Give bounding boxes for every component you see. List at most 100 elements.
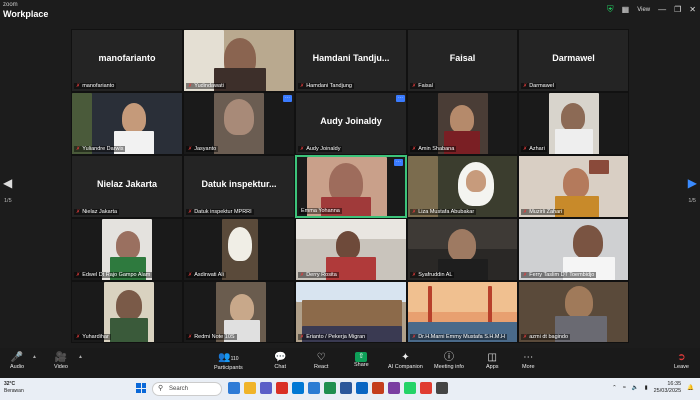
zoom-app-icon[interactable] — [308, 382, 320, 394]
folder-icon[interactable] — [244, 382, 256, 394]
participant-label: ✗ Hamdani Tandjung — [298, 83, 354, 89]
video-body — [555, 129, 593, 154]
next-page-icon[interactable]: ▶ — [688, 176, 697, 190]
notification-bell-icon[interactable]: 🔔 — [687, 385, 694, 391]
participant-tile[interactable]: Hamdani Tandju... ✗ Hamdani Tandjung — [295, 29, 407, 92]
weather-widget[interactable]: 32°C Berawan — [4, 381, 24, 395]
taskbar-search-input[interactable]: ⚲ Search — [152, 382, 222, 396]
page-indicator-left: 1/5 — [4, 198, 12, 204]
whatsapp-icon[interactable] — [404, 382, 416, 394]
participant-tile[interactable]: ✗ Asdirwati Ali — [183, 218, 295, 281]
edge-icon[interactable] — [356, 382, 368, 394]
more-button[interactable]: ⋯ More — [522, 352, 535, 370]
word-icon[interactable] — [340, 382, 352, 394]
participant-label: ✗ Datuk inspektur MPRRI — [186, 209, 254, 215]
video-options-caret-icon[interactable]: ▲ — [78, 354, 83, 360]
chat-button[interactable]: 💬 Chat — [274, 352, 286, 370]
participant-tile[interactable]: ✗ Yuhardihar — [71, 281, 183, 343]
participant-tile[interactable]: Datuk inspektur... ✗ Datuk inspektur MPRR… — [183, 155, 295, 218]
participant-tile[interactable]: ✗ Dr.H.Marni Emmy Mustafa S.H.M.H — [407, 281, 518, 343]
close-icon[interactable]: ✕ — [689, 5, 696, 14]
participant-tile-active-speaker[interactable]: ⋯ Emma Yohanna — [295, 155, 407, 218]
onenote-icon[interactable] — [388, 382, 400, 394]
participant-tile[interactable]: ✗ Syafruddin AL — [407, 218, 518, 281]
grid-view-icon[interactable]: ▦ — [622, 5, 630, 14]
settings-gear-icon[interactable] — [436, 382, 448, 394]
participant-label: ✗ Faisal — [410, 83, 435, 89]
participant-label: ✗ azmi dt bagindo — [521, 334, 571, 340]
muted-mic-icon: ✗ — [523, 334, 528, 340]
participant-tile[interactable]: ✗ azmi dt bagindo — [518, 281, 629, 343]
participant-tile[interactable]: ✗ Erianto / Pekerja Migran — [295, 281, 407, 343]
restore-icon[interactable]: ❐ — [674, 5, 681, 14]
participant-tile[interactable]: ✗ Yudindawati — [183, 29, 295, 92]
spotlight-badge-icon[interactable]: ⋯ — [283, 95, 292, 102]
audio-options-caret-icon[interactable]: ▲ — [32, 354, 37, 360]
spotlight-badge-icon[interactable]: ⋯ — [396, 95, 405, 102]
participant-tile[interactable]: ⋯ ✗ Jasyanto — [183, 92, 295, 155]
windows-start-icon[interactable] — [136, 383, 146, 393]
participant-label: ✗ Jasyanto — [186, 146, 219, 152]
video-button[interactable]: 🎥 Video — [54, 352, 68, 370]
excel-icon[interactable] — [324, 382, 336, 394]
participant-tile[interactable]: ✗ Derry Rosita — [295, 218, 407, 281]
video-bridge-tower — [488, 286, 492, 326]
participant-tile[interactable]: ✗ Liza Mustafa Abubakar — [407, 155, 518, 218]
participant-tile[interactable]: ✗ Yuliandre Darwis — [71, 92, 183, 155]
share-button[interactable]: ⇧ Share — [354, 352, 369, 368]
participant-label: ✗ Erianto / Pekerja Migran — [298, 334, 368, 340]
participant-label: ✗ Darmawel — [521, 83, 556, 89]
powerpoint-icon[interactable] — [372, 382, 384, 394]
view-button[interactable]: View — [637, 7, 650, 13]
page-indicator-right: 1/5 — [688, 198, 696, 204]
file-explorer-icon[interactable] — [228, 382, 240, 394]
battery-icon[interactable]: ▮ — [645, 385, 648, 391]
video-person — [230, 294, 254, 322]
leave-button[interactable]: ➲ Leave — [674, 352, 689, 370]
tray-chevron-icon[interactable]: ⌃ — [612, 385, 617, 391]
participant-name-large: manofarianto — [98, 53, 156, 64]
apps-button[interactable]: ◫ Apps — [486, 352, 499, 370]
participant-tile[interactable]: manofarianto ✗ manofarianto — [71, 29, 183, 92]
speaker-icon[interactable]: 🔈 — [632, 385, 639, 391]
spotlight-badge-icon[interactable]: ⋯ — [394, 159, 403, 166]
minimize-icon[interactable]: — — [658, 5, 666, 14]
participant-tile[interactable]: ✗ Edwel Dt Rajo Gampo Alam — [71, 218, 183, 281]
wifi-icon[interactable]: ≈ — [623, 385, 626, 391]
participant-label: ✗ Azhari — [521, 146, 547, 152]
ai-companion-button[interactable]: ✦ AI Companion — [388, 352, 423, 370]
participant-label: ✗ Muzirli Zahari — [521, 209, 565, 215]
meeting-info-button[interactable]: ⓘ Meeting info — [434, 352, 464, 370]
encryption-shield-icon[interactable]: ⛨ — [607, 4, 614, 15]
audio-button[interactable]: 🎤 Audio — [10, 352, 24, 370]
chrome-icon[interactable] — [276, 382, 288, 394]
participant-tile[interactable]: ✗ Azhari — [518, 92, 629, 155]
participant-tile[interactable]: Audy Joinaldy ⋯ ✗ Audy Joinaldy — [295, 92, 407, 155]
store-icon[interactable] — [292, 382, 304, 394]
taskbar-clock[interactable]: 16:35 25/03/2025 — [654, 381, 682, 395]
participant-label: Emma Yohanna — [299, 208, 342, 214]
participant-tile[interactable]: Darmawel ✗ Darmawel — [518, 29, 629, 92]
react-button[interactable]: ♡ React — [314, 352, 328, 370]
participant-tile[interactable]: Faisal ✗ Faisal — [407, 29, 518, 92]
muted-mic-icon: ✗ — [76, 83, 81, 89]
participants-count: 110 — [230, 356, 239, 362]
participant-tile[interactable]: ✗ Redmi Note 10S — [183, 281, 295, 343]
participant-label: ✗ Audy Joinaldy — [298, 146, 343, 152]
participant-tile[interactable]: Nielaz Jakarta ✗ Nielaz Jakarta — [71, 155, 183, 218]
share-screen-icon: ⇧ — [355, 352, 368, 362]
teams-icon[interactable] — [260, 382, 272, 394]
microphone-icon: 🎤 — [10, 352, 24, 363]
participant-tile[interactable]: ✗ Ferry Taslim DT Toembidjo — [518, 218, 629, 281]
video-person — [561, 103, 585, 131]
muted-mic-icon: ✗ — [412, 209, 417, 215]
participant-tile[interactable]: ✗ Amin Shabana — [407, 92, 518, 155]
participants-button[interactable]: 👥110 Participants — [214, 352, 243, 371]
muted-mic-icon: ✗ — [188, 334, 193, 340]
chat-bubble-icon: 💬 — [274, 352, 287, 363]
previous-page-icon[interactable]: ◀ — [3, 176, 12, 190]
info-icon: ⓘ — [443, 352, 454, 363]
pdf-reader-icon[interactable] — [420, 382, 432, 394]
brand-small: zoom — [3, 2, 18, 8]
participant-tile[interactable]: ✗ Muzirli Zahari — [518, 155, 629, 218]
